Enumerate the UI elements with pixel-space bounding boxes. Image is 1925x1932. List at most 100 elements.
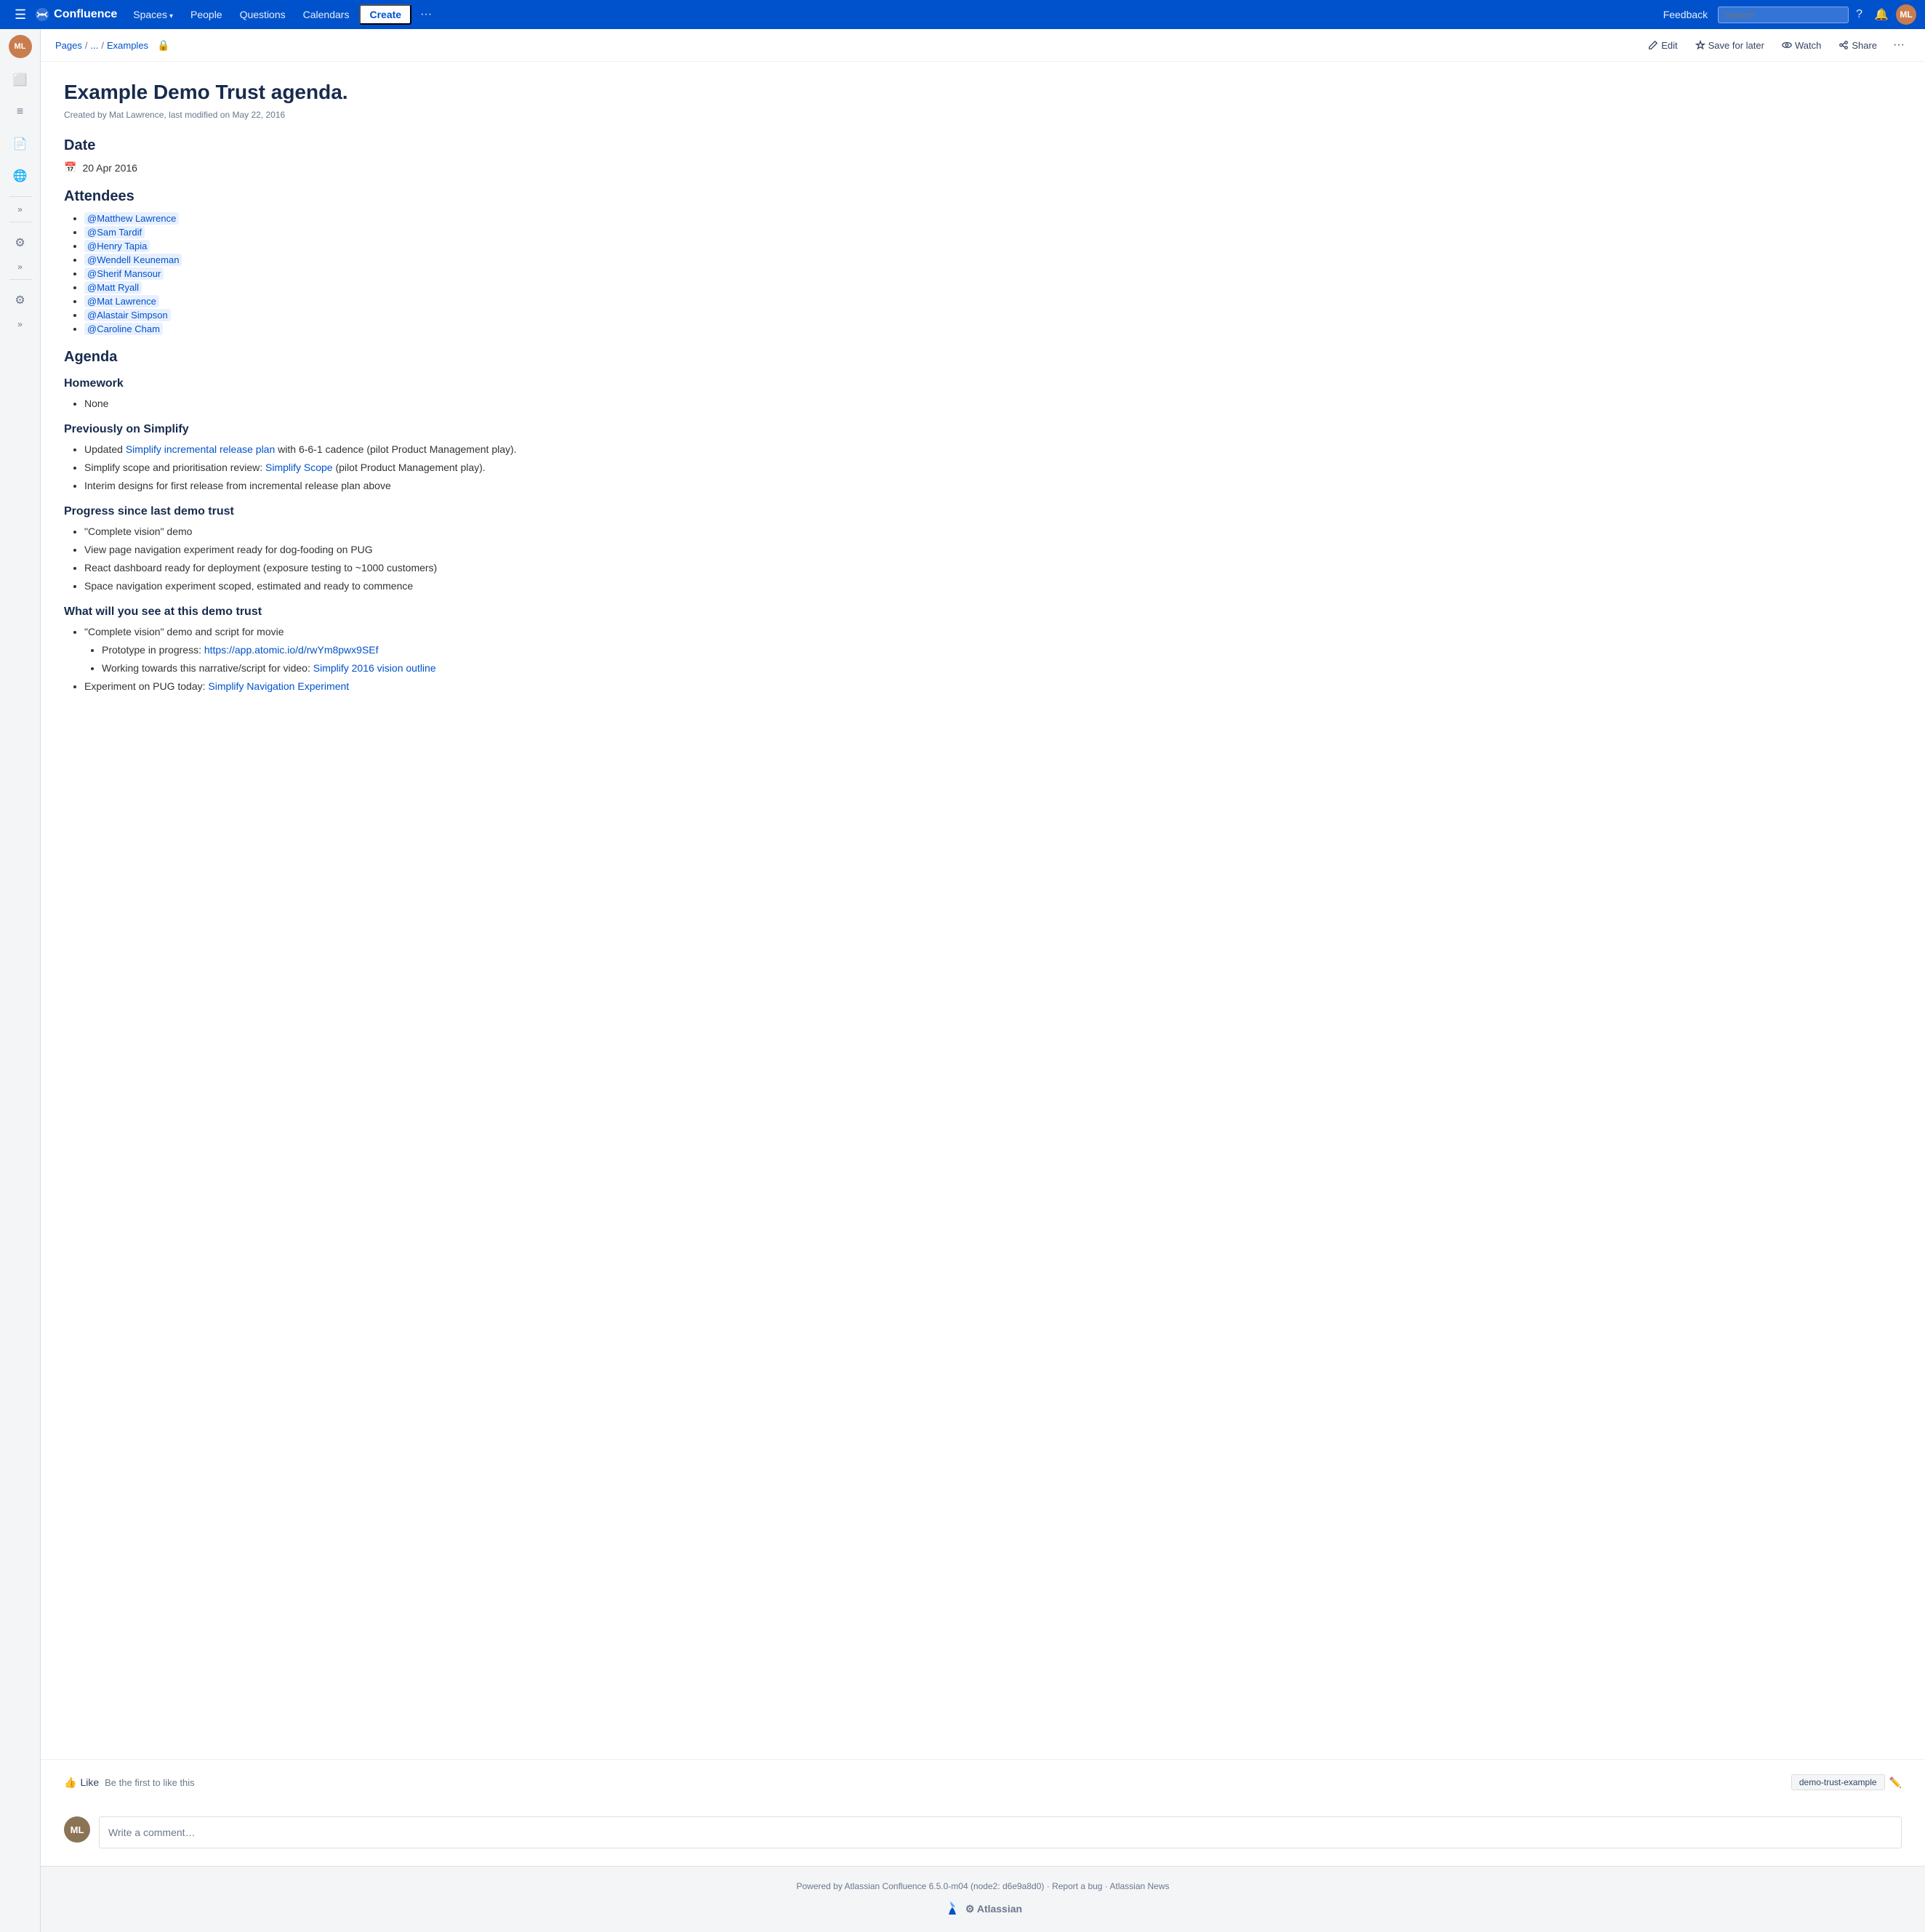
breadcrumb-current[interactable]: Examples — [107, 40, 148, 51]
what-list: "Complete vision" demo and script for mo… — [64, 624, 666, 694]
user-avatar[interactable]: ML — [1896, 4, 1916, 25]
attendee-mention[interactable]: @Henry Tapia — [84, 240, 150, 252]
page-title: Example Demo Trust agenda. — [64, 79, 666, 105]
sidebar-icon-feed[interactable]: ≡ — [6, 97, 35, 126]
homework-heading: Homework — [64, 377, 666, 390]
sidebar-user-avatar[interactable]: ML — [9, 35, 32, 58]
attendee-mention[interactable]: @Mat Lawrence — [84, 295, 159, 307]
previously-list: Updated Simplify incremental release pla… — [64, 442, 666, 494]
attendee-mention[interactable]: @Caroline Cham — [84, 323, 163, 335]
attendee-item: @Matt Ryall — [84, 281, 666, 293]
nav-experiment-link[interactable]: Simplify Navigation Experiment — [208, 680, 349, 692]
feedback-link[interactable]: Feedback — [1656, 6, 1715, 23]
date-heading: Date — [64, 137, 666, 154]
breadcrumb-ellipsis[interactable]: ... — [91, 40, 99, 51]
commenter-avatar[interactable]: ML — [64, 1816, 90, 1843]
attendees-heading: Attendees — [64, 188, 666, 205]
attendee-item: @Sherif Mansour — [84, 267, 666, 279]
watch-button[interactable]: Watch — [1775, 36, 1828, 55]
nav-utility-icons: ? 🔔 ML — [1852, 4, 1916, 25]
main-content-wrapper: Pages / ... / Examples 🔒 Edit Save for l… — [41, 29, 1925, 1932]
vision-outline-link[interactable]: Simplify 2016 vision outline — [313, 662, 436, 674]
list-item: "Complete vision" demo — [84, 524, 666, 539]
nav-people[interactable]: People — [183, 6, 230, 23]
report-bug-link[interactable]: Report a bug — [1052, 1881, 1102, 1891]
sidebar-icon-tree[interactable]: 🌐 — [6, 161, 35, 190]
attendee-mention[interactable]: @Sam Tardif — [84, 226, 145, 238]
powered-by-text: Powered by Atlassian Confluence 6.5.0-m0… — [796, 1881, 1044, 1891]
comment-placeholder: Write a comment… — [108, 1827, 196, 1838]
create-button[interactable]: Create — [359, 4, 411, 25]
share-button[interactable]: Share — [1831, 36, 1884, 55]
sidebar-collapse-3[interactable]: » — [15, 316, 25, 332]
sidebar-icon-home[interactable]: ⬜ — [6, 65, 35, 94]
like-button[interactable]: 👍 Like — [64, 1776, 99, 1789]
list-item: Updated Simplify incremental release pla… — [84, 442, 666, 457]
atlassian-news-link[interactable]: Atlassian News — [1109, 1881, 1169, 1891]
comment-section: ML Write a comment… — [41, 1805, 1925, 1866]
list-item: None — [84, 396, 666, 411]
sidebar-icon-settings[interactable]: ⚙ — [6, 228, 35, 257]
like-description: Be the first to like this — [105, 1777, 195, 1788]
notification-icon[interactable]: 🔔 — [1870, 4, 1893, 25]
what-heading: What will you see at this demo trust — [64, 605, 666, 619]
agenda-heading: Agenda — [64, 349, 666, 366]
confluence-logo[interactable]: Confluence — [35, 7, 117, 22]
edit-icon — [1648, 40, 1658, 50]
edit-button[interactable]: Edit — [1641, 36, 1684, 55]
breadcrumb-sep-1: / — [85, 40, 88, 51]
sidebar-icon-admin[interactable]: ⚙ — [6, 286, 35, 315]
tag-edit-button[interactable]: ✏️ — [1889, 1776, 1902, 1789]
attendee-mention[interactable]: @Sherif Mansour — [84, 267, 164, 280]
search-input[interactable] — [1718, 7, 1849, 23]
attendee-mention[interactable]: @Wendell Keuneman — [84, 254, 182, 266]
nav-questions[interactable]: Questions — [233, 6, 293, 23]
attendee-mention[interactable]: @Matthew Lawrence — [84, 212, 179, 225]
breadcrumb: Pages / ... / Examples 🔒 — [55, 39, 1641, 52]
simplify-scope-link[interactable]: Simplify Scope — [265, 462, 333, 473]
attendee-mention[interactable]: @Matt Ryall — [84, 281, 142, 294]
toolbar-actions: Edit Save for later Watch Share ··· — [1641, 35, 1910, 55]
list-item: React dashboard ready for deployment (ex… — [84, 560, 666, 576]
attendee-item: @Wendell Keuneman — [84, 254, 666, 265]
breadcrumb-pages[interactable]: Pages — [55, 40, 82, 51]
sidebar-collapse-1[interactable]: » — [15, 201, 25, 217]
breadcrumb-sep-2: / — [101, 40, 104, 51]
attendee-item: @Caroline Cham — [84, 323, 666, 334]
attendees-list: @Matthew Lawrence@Sam Tardif @Henry Tapia… — [64, 212, 666, 334]
sub-list: Prototype in progress: https://app.atomi… — [84, 643, 666, 676]
sidebar-collapse-2[interactable]: » — [15, 259, 25, 275]
date-value: 20 Apr 2016 — [82, 162, 137, 174]
page-toolbar: Pages / ... / Examples 🔒 Edit Save for l… — [41, 29, 1925, 62]
page-footer-actions: 👍 Like Be the first to like this demo-tr… — [41, 1759, 1925, 1805]
nav-more-button[interactable]: ··· — [414, 5, 438, 24]
eye-icon — [1782, 40, 1792, 50]
list-item: Working towards this narrative/script fo… — [102, 661, 666, 676]
progress-list: "Complete vision" demo View page navigat… — [64, 524, 666, 594]
page-meta: Created by Mat Lawrence, last modified o… — [64, 110, 666, 120]
toolbar-more-button[interactable]: ··· — [1887, 35, 1910, 55]
sidebar-icon-drafts[interactable]: 📄 — [6, 129, 35, 158]
attendee-mention[interactable]: @Alastair Simpson — [84, 309, 171, 321]
prototype-link[interactable]: https://app.atomic.io/d/rwYm8pwx9SEf — [204, 644, 379, 656]
hamburger-menu[interactable]: ☰ — [9, 4, 32, 25]
homework-list: None — [64, 396, 666, 411]
save-for-later-button[interactable]: Save for later — [1688, 36, 1772, 55]
nav-spaces[interactable]: Spaces — [126, 6, 180, 23]
list-item: Interim designs for first release from i… — [84, 478, 666, 494]
calendar-icon: 📅 — [64, 161, 76, 174]
like-section: 👍 Like Be the first to like this — [64, 1776, 195, 1789]
progress-heading: Progress since last demo trust — [64, 505, 666, 518]
lock-icon[interactable]: 🔒 — [157, 39, 169, 52]
nav-calendars[interactable]: Calendars — [296, 6, 357, 23]
footer-sep-1: · — [1047, 1881, 1050, 1891]
attendee-item: @Mat Lawrence — [84, 295, 666, 307]
page-content: Example Demo Trust agenda. Created by Ma… — [41, 62, 695, 1759]
help-icon[interactable]: ? — [1852, 5, 1867, 24]
top-navigation: ☰ Confluence Spaces People Questions Cal… — [0, 0, 1925, 29]
list-item: Space navigation experiment scoped, esti… — [84, 579, 666, 594]
tag-label: demo-trust-example — [1791, 1774, 1885, 1790]
comment-input[interactable]: Write a comment… — [99, 1816, 1902, 1848]
atlassian-logo-icon — [944, 1900, 961, 1917]
simplify-release-link[interactable]: Simplify incremental release plan — [126, 443, 275, 455]
